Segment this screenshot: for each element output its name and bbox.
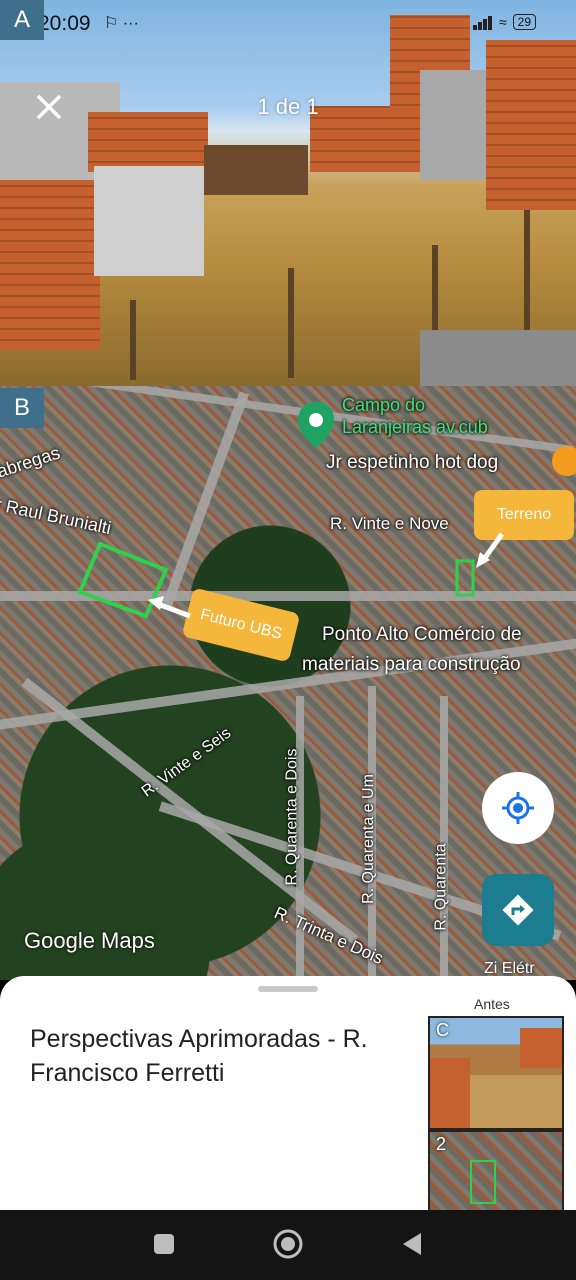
status-bar: 20:09 ⚐ ··· ≈ 29: [0, 0, 576, 48]
place-pin-icon[interactable]: [296, 400, 336, 450]
arrow-icon: [476, 532, 505, 568]
street-quarenta-e-dois: R. Quarenta e Dois: [283, 748, 301, 886]
place-campo-laranjeiras[interactable]: Campo do Laranjeiras av.cub: [342, 394, 502, 438]
store-ponto-alto-line1[interactable]: Ponto Alto Comércio de: [322, 624, 522, 646]
signal-icon: [472, 14, 493, 30]
thumbnail-2-label: 2: [436, 1134, 447, 1154]
recents-button[interactable]: [142, 1224, 186, 1264]
street-quarenta-e-um: R. Quarenta e Um: [359, 774, 377, 904]
status-time: 20:09: [38, 12, 91, 35]
map-b-label: B: [0, 388, 44, 428]
street-quarenta: R. Quarenta: [432, 843, 450, 931]
back-icon: [403, 1233, 421, 1255]
concrete-wall: [94, 166, 204, 276]
restaurant-icon[interactable]: [552, 446, 576, 476]
directions-button[interactable]: [482, 874, 554, 946]
my-location-icon: [502, 792, 534, 824]
directions-icon: [502, 894, 534, 926]
sheet-title: Perspectivas Aprimoradas - R. Francisco …: [30, 1025, 368, 1087]
thumb-wall: [430, 1058, 470, 1128]
fence-back: [204, 145, 308, 195]
thumbnail-c-label: C: [436, 1020, 449, 1040]
road: [440, 696, 448, 980]
place-jr-espetinho[interactable]: Jr espetinho hot dog: [326, 452, 498, 474]
photo-a: [0, 0, 576, 386]
fence-post: [288, 268, 294, 378]
battery-icon: 29: [512, 14, 536, 30]
status-system-icons: ⚐ ···: [104, 15, 139, 32]
status-right-icons: ≈ 29: [472, 14, 536, 30]
google-maps-logo: Google Maps: [24, 928, 155, 953]
recents-icon: [154, 1234, 174, 1254]
street-vinte-e-nove: R. Vinte e Nove: [330, 514, 449, 533]
thumb-wall: [520, 1028, 562, 1068]
brick-wall-top: [88, 112, 208, 172]
brick-wall-left: [0, 180, 100, 350]
arrow-icon: [148, 596, 191, 619]
my-location-button[interactable]: [482, 772, 554, 844]
thumbnail-c[interactable]: C: [428, 1016, 564, 1130]
thumb-outline: [470, 1160, 496, 1204]
wifi-icon: ≈: [498, 14, 507, 30]
home-icon: [273, 1229, 303, 1259]
photo-counter: 1 de 1: [257, 94, 319, 119]
grey-wall-right: [420, 70, 490, 180]
sheet-drag-handle[interactable]: [258, 986, 318, 992]
back-button[interactable]: [390, 1224, 434, 1264]
fence-post: [524, 210, 530, 340]
road: [160, 391, 250, 611]
photo-a-label: A: [0, 0, 44, 40]
before-label: Antes: [474, 996, 510, 1012]
thumbnail-2[interactable]: 2: [428, 1130, 564, 1214]
home-button[interactable]: [266, 1224, 310, 1264]
sidewalk: [420, 330, 576, 386]
brick-wall-right: [486, 40, 576, 210]
store-ponto-alto-line2[interactable]: materiais para construção: [302, 654, 521, 676]
fence-post: [130, 300, 136, 380]
